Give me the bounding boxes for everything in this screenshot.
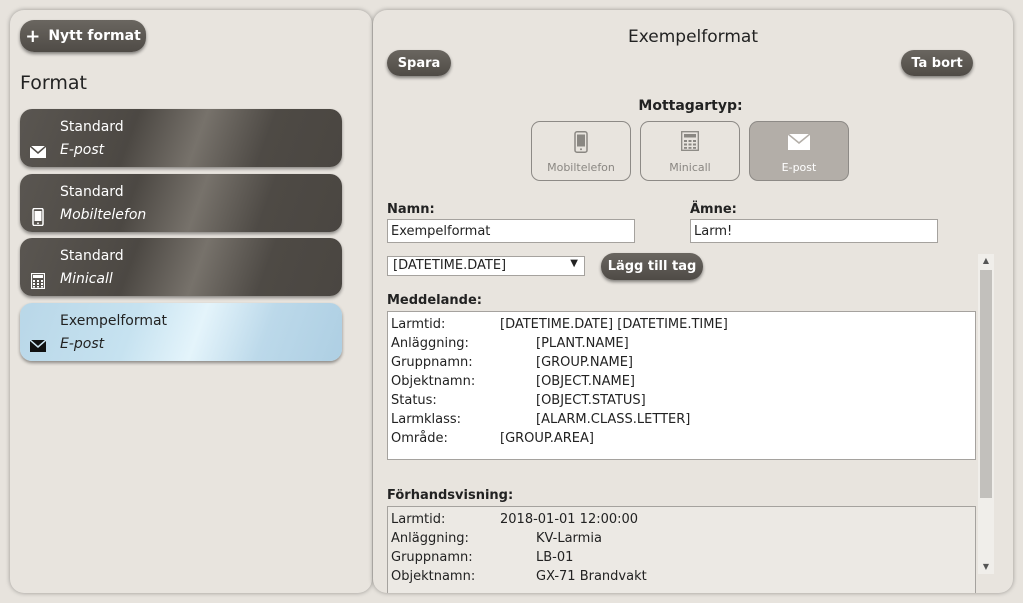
scrollbar[interactable]: ▲ ▼ xyxy=(978,254,994,574)
new-format-label: Nytt format xyxy=(48,28,141,44)
scroll-down-icon[interactable]: ▼ xyxy=(978,560,994,574)
tag-select-value: [DATETIME.DATE] xyxy=(393,258,507,273)
preview-label: Förhandsvisning: xyxy=(387,488,514,503)
format-item-selected[interactable]: Exempelformat E-post xyxy=(20,303,342,361)
message-line: Område: [GROUP.AREA] xyxy=(391,431,594,446)
receiver-label: Mobiltelefon xyxy=(547,161,615,174)
envelope-icon xyxy=(29,143,47,161)
scroll-up-icon[interactable]: ▲ xyxy=(978,254,994,268)
preview-line: Objektnamn: GX-71 Brandvakt xyxy=(391,569,647,584)
envelope-icon xyxy=(29,337,47,355)
receiver-label: Minicall xyxy=(669,161,711,174)
save-button[interactable]: Spara xyxy=(387,50,451,76)
format-item[interactable]: Standard Mobiltelefon xyxy=(20,174,342,232)
dropdown-arrow-icon: ▼ xyxy=(570,258,578,269)
editor-title: Exempelformat xyxy=(628,27,758,47)
message-line: Larmtid: [DATETIME.DATE] [DATETIME.TIME] xyxy=(391,317,728,332)
format-item[interactable]: Standard E-post xyxy=(20,109,342,167)
receiver-label: E-post xyxy=(781,161,817,174)
add-tag-button[interactable]: Lägg till tag xyxy=(601,253,703,280)
scrollbar-thumb[interactable] xyxy=(980,270,992,498)
mobile-phone-icon xyxy=(29,208,47,226)
receiver-email-button[interactable]: E-post xyxy=(749,121,849,181)
plus-icon: + xyxy=(25,25,41,47)
preview-line: Larmtid: 2018-01-01 12:00:00 xyxy=(391,512,639,527)
receiver-mobile-button[interactable]: Mobiltelefon xyxy=(531,121,631,181)
format-item-type: E-post xyxy=(60,142,105,158)
message-line: Gruppnamn: [GROUP.NAME] xyxy=(391,355,633,370)
mobile-phone-icon xyxy=(532,131,630,153)
message-line: Status: [OBJECT.STATUS] xyxy=(391,393,646,408)
format-item-type: Minicall xyxy=(60,271,113,287)
calculator-icon xyxy=(29,272,47,290)
message-textarea[interactable]: Larmtid: [DATETIME.DATE] [DATETIME.TIME] … xyxy=(387,311,976,460)
format-item-type: Mobiltelefon xyxy=(60,207,147,223)
format-item-name: Standard xyxy=(60,119,124,135)
receiver-minicall-button[interactable]: Minicall xyxy=(640,121,740,181)
tag-select[interactable]: [DATETIME.DATE] ▼ xyxy=(387,256,585,276)
format-item-name: Exempelformat xyxy=(60,313,168,329)
message-line: Anläggning: [PLANT.NAME] xyxy=(391,336,629,351)
format-list-panel: + Nytt format Format Standard E-post Sta… xyxy=(10,10,372,593)
preview-area: Larmtid: 2018-01-01 12:00:00 Anläggning: K… xyxy=(387,506,976,593)
format-item-name: Standard xyxy=(60,248,124,264)
calculator-icon xyxy=(641,131,739,151)
preview-line: Anläggning: KV-Larmia xyxy=(391,531,602,546)
new-format-button[interactable]: + Nytt format xyxy=(20,20,146,52)
preview-line: Gruppnamn: LB-01 xyxy=(391,550,574,565)
subject-label: Ämne: xyxy=(690,202,737,217)
format-editor-panel: Exempelformat Spara Ta bort Mottagartyp:… xyxy=(373,10,1013,593)
format-item[interactable]: Standard Minicall xyxy=(20,238,342,296)
format-heading: Format xyxy=(20,72,87,94)
name-label: Namn: xyxy=(387,202,435,217)
message-label: Meddelande: xyxy=(387,293,482,308)
receiver-type-label: Mottagartyp: xyxy=(638,98,743,114)
envelope-icon xyxy=(750,131,848,150)
format-item-type: E-post xyxy=(60,336,105,352)
message-line: Objektnamn: [OBJECT.NAME] xyxy=(391,374,635,389)
subject-input[interactable] xyxy=(690,219,938,243)
delete-button[interactable]: Ta bort xyxy=(901,50,973,76)
format-item-name: Standard xyxy=(60,184,124,200)
name-input[interactable] xyxy=(387,219,635,243)
message-line: Larmklass: [ALARM.CLASS.LETTER] xyxy=(391,412,691,427)
